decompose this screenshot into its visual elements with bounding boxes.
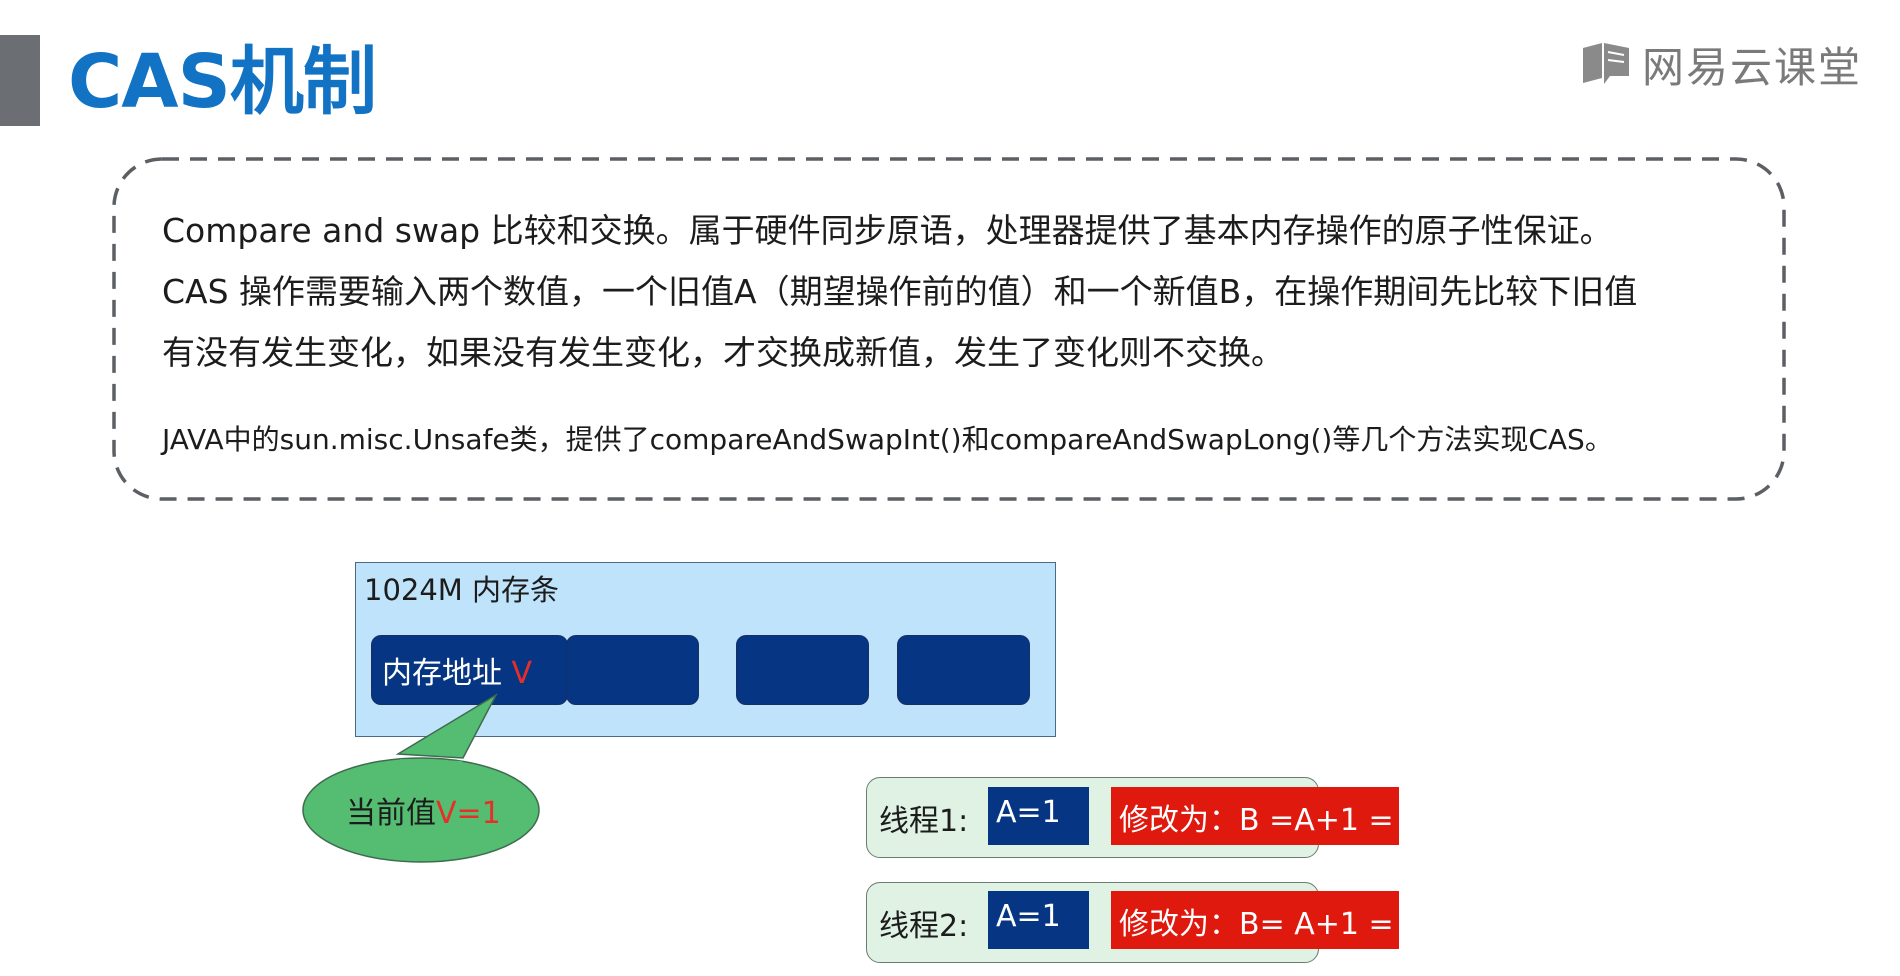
- description-line-1: Compare and swap 比较和交换。属于硬件同步原语，处理器提供了基本…: [162, 211, 1613, 250]
- expected-value: A=1: [988, 891, 1089, 949]
- current-value-callout: [302, 692, 540, 863]
- new-value: 修改为：B= A+1 = 2: [1111, 891, 1422, 949]
- description-line-2: CAS 操作需要输入两个数值，一个旧值A（期望操作前的值）和一个新值B，在操作期…: [162, 272, 1638, 311]
- current-value-text: 当前值V=1: [346, 796, 501, 831]
- book-icon: [1583, 43, 1629, 84]
- brand-name: 网易云课堂: [1642, 42, 1863, 92]
- memory-address-var: V: [511, 656, 533, 691]
- thread-label: 线程1:: [879, 804, 969, 839]
- title-accent-bar: [0, 35, 40, 126]
- page-title: CAS机制: [68, 39, 377, 125]
- memory-cell: [736, 635, 869, 705]
- memory-cell: [566, 635, 699, 705]
- brand-logo: 网易云课堂: [1580, 36, 1862, 92]
- expected-value: A=1: [988, 787, 1089, 845]
- memory-module-label: 1024M 内存条: [364, 573, 560, 607]
- thread-label: 线程2:: [879, 909, 969, 944]
- new-value: 修改为：B =A+1 = 2: [1111, 787, 1422, 845]
- memory-address-label: 内存地址 V: [382, 656, 533, 691]
- description-line-3: 有没有发生变化，如果没有发生变化，才交换成新值，发生了变化则不交换。: [162, 333, 1284, 372]
- memory-cell: [897, 635, 1030, 705]
- java-note: JAVA中的sun.misc.Unsafe类，提供了compareAndSwap…: [162, 423, 1613, 456]
